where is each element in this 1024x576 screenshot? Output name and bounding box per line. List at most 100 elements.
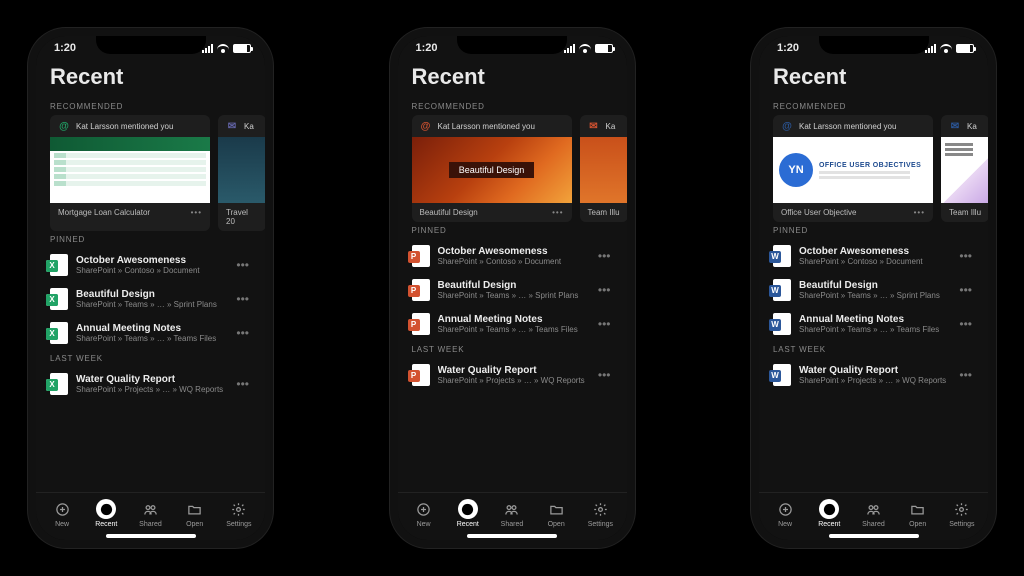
file-path: SharePoint » Teams » … » Sprint Plans — [76, 300, 226, 309]
file-path: SharePoint » Contoso » Document — [799, 257, 949, 266]
recommended-thumbnail-partial — [941, 137, 988, 203]
nav-open[interactable]: Open — [175, 499, 215, 528]
nav-open[interactable]: Open — [898, 499, 938, 528]
home-indicator[interactable] — [106, 534, 196, 538]
more-icon[interactable]: ••• — [234, 258, 251, 272]
word-file-icon: W — [773, 245, 791, 267]
list-item[interactable]: W Water Quality ReportSharePoint » Proje… — [765, 358, 982, 392]
more-icon[interactable]: ••• — [596, 368, 613, 382]
list-item[interactable]: X October AwesomenessSharePoint » Contos… — [42, 248, 259, 282]
recommended-title: Office User Objective — [781, 208, 856, 217]
list-item[interactable]: W Beautiful DesignSharePoint » Teams » …… — [765, 273, 982, 307]
nav-open[interactable]: Open — [536, 499, 576, 528]
mention-text-partial: Ka — [606, 122, 616, 131]
more-icon[interactable]: ••• — [957, 249, 974, 263]
status-icons — [564, 44, 613, 53]
nav-label: New — [778, 521, 792, 528]
file-name: Annual Meeting Notes — [799, 314, 949, 325]
open-icon — [546, 499, 566, 519]
nav-label: New — [417, 521, 431, 528]
home-indicator[interactable] — [829, 534, 919, 538]
more-icon[interactable]: ••• — [552, 208, 563, 217]
recommended-card-partial[interactable]: ✉ Ka Team Illu — [580, 115, 627, 222]
home-indicator[interactable] — [467, 534, 557, 538]
nav-shared[interactable]: Shared — [492, 499, 532, 528]
nav-recent[interactable]: Recent — [448, 499, 488, 528]
recommended-row[interactable]: @ Kat Larsson mentioned you YN OFFICE US… — [759, 115, 988, 222]
more-icon[interactable]: ••• — [234, 326, 251, 340]
nav-label: Recent — [818, 521, 840, 528]
mention-text-partial: Ka — [244, 122, 254, 131]
thumbnail-label: OFFICE USER OBJECTIVES — [819, 162, 933, 169]
file-path: SharePoint » Teams » … » Sprint Plans — [799, 291, 949, 300]
screen: 1:20 Recent RECOMMENDED @ Kat Larsson me… — [36, 36, 265, 540]
section-recommended: RECOMMENDED — [36, 98, 265, 115]
status-time: 1:20 — [54, 42, 76, 54]
recommended-mention: @ Kat Larsson mentioned you — [773, 115, 933, 137]
list-item[interactable]: X Annual Meeting NotesSharePoint » Teams… — [42, 316, 259, 350]
more-icon[interactable]: ••• — [914, 208, 925, 217]
section-recommended: RECOMMENDED — [759, 98, 988, 115]
phone-notch — [96, 36, 206, 54]
recommended-card-partial[interactable]: ✉ Ka Travel 20 — [218, 115, 265, 231]
nav-new[interactable]: New — [765, 499, 805, 528]
nav-settings[interactable]: Settings — [942, 499, 982, 528]
nav-shared[interactable]: Shared — [130, 499, 170, 528]
recommended-card-main[interactable]: @ Kat Larsson mentioned you Beautiful De… — [412, 115, 572, 222]
recommended-mention-partial: ✉ Ka — [941, 115, 988, 137]
recommended-mention: @ Kat Larsson mentioned you — [412, 115, 572, 137]
list-item[interactable]: P October AwesomenessSharePoint » Contos… — [404, 239, 621, 273]
nav-settings[interactable]: Settings — [580, 499, 620, 528]
file-name: Beautiful Design — [76, 289, 226, 300]
page-title: Recent — [759, 60, 988, 98]
recommended-row[interactable]: @ Kat Larsson mentioned you Beautiful De… — [398, 115, 627, 222]
recommended-card-main[interactable]: @ Kat Larsson mentioned you YN OFFICE US… — [773, 115, 933, 222]
nav-shared[interactable]: Shared — [853, 499, 893, 528]
more-icon[interactable]: ••• — [957, 368, 974, 382]
excel-file-icon: X — [50, 288, 68, 310]
file-name: October Awesomeness — [76, 255, 226, 266]
list-item[interactable]: W Annual Meeting NotesSharePoint » Teams… — [765, 307, 982, 341]
file-name: Beautiful Design — [438, 280, 588, 291]
more-icon[interactable]: ••• — [234, 292, 251, 306]
section-pinned: PINNED — [759, 222, 988, 239]
nav-new[interactable]: New — [404, 499, 444, 528]
open-icon — [185, 499, 205, 519]
gear-icon — [229, 499, 249, 519]
list-item[interactable]: X Water Quality ReportSharePoint » Proje… — [42, 367, 259, 401]
list-item[interactable]: P Beautiful DesignSharePoint » Teams » …… — [404, 273, 621, 307]
file-path: SharePoint » Projects » … » WQ Reports — [799, 376, 949, 385]
open-icon — [908, 499, 928, 519]
more-icon[interactable]: ••• — [957, 283, 974, 297]
section-lastweek: LAST WEEK — [759, 341, 988, 358]
recommended-card-main[interactable]: @ Kat Larsson mentioned you Mortgage Loa… — [50, 115, 210, 231]
file-path: SharePoint » Teams » … » Sprint Plans — [438, 291, 588, 300]
thumbnail-label: Beautiful Design — [449, 162, 535, 178]
list-item[interactable]: P Annual Meeting NotesSharePoint » Teams… — [404, 307, 621, 341]
more-icon[interactable]: ••• — [191, 208, 202, 217]
nav-label: Recent — [95, 521, 117, 528]
word-file-icon: W — [773, 279, 791, 301]
phone-word: 1:20 Recent RECOMMENDED @ Kat Larsson me… — [751, 28, 996, 548]
nav-new[interactable]: New — [42, 499, 82, 528]
more-icon[interactable]: ••• — [596, 249, 613, 263]
list-item[interactable]: X Beautiful DesignSharePoint » Teams » …… — [42, 282, 259, 316]
recent-icon — [819, 499, 839, 519]
nav-recent[interactable]: Recent — [86, 499, 126, 528]
nav-settings[interactable]: Settings — [219, 499, 259, 528]
more-icon[interactable]: ••• — [234, 377, 251, 391]
recent-icon — [96, 499, 116, 519]
pinned-list: P October AwesomenessSharePoint » Contos… — [398, 239, 627, 341]
list-item[interactable]: W October AwesomenessSharePoint » Contos… — [765, 239, 982, 273]
section-recommended: RECOMMENDED — [398, 98, 627, 115]
more-icon[interactable]: ••• — [596, 317, 613, 331]
section-pinned: PINNED — [398, 222, 627, 239]
more-icon[interactable]: ••• — [596, 283, 613, 297]
more-icon[interactable]: ••• — [957, 317, 974, 331]
recommended-row[interactable]: @ Kat Larsson mentioned you Mortgage Loa… — [36, 115, 265, 231]
nav-recent[interactable]: Recent — [809, 499, 849, 528]
nav-label: Shared — [501, 521, 524, 528]
recommended-card-partial[interactable]: ✉ Ka Team Illu — [941, 115, 988, 222]
file-path: SharePoint » Projects » … » WQ Reports — [438, 376, 588, 385]
list-item[interactable]: P Water Quality ReportSharePoint » Proje… — [404, 358, 621, 392]
